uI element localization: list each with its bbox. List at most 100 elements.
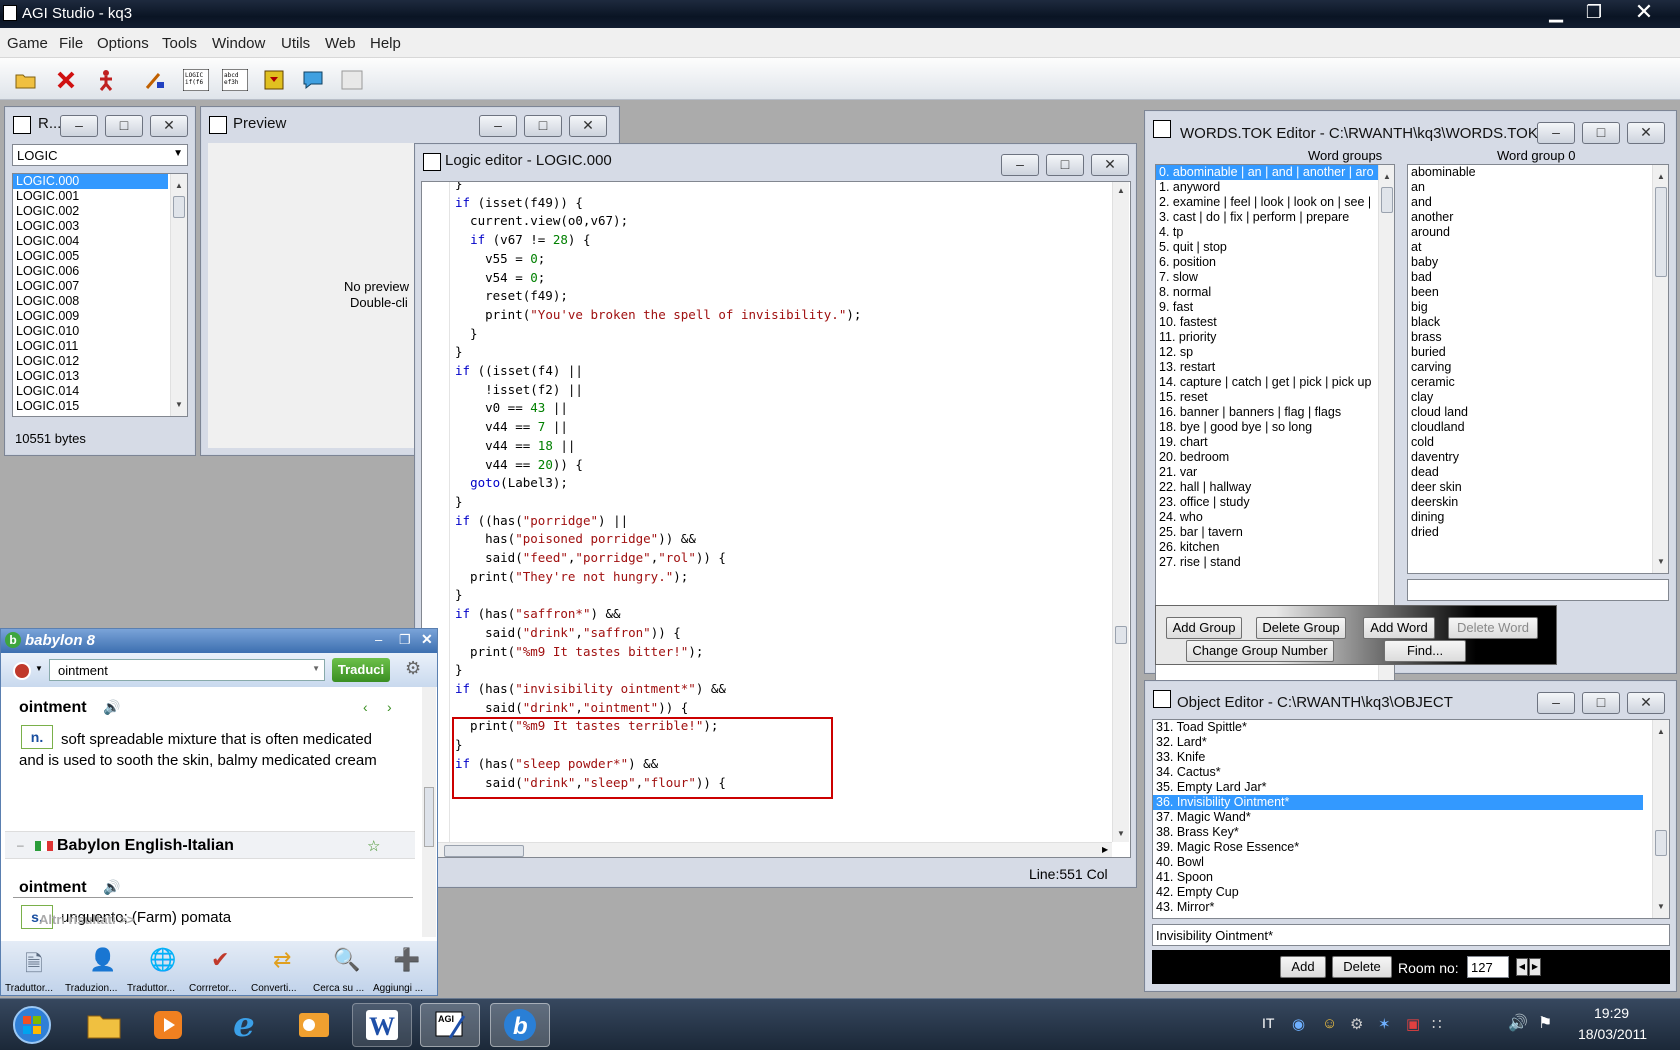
gear-icon[interactable]: ⚙ [405,658,421,679]
list-item[interactable]: 33. Knife [1153,750,1669,765]
list-item-selected[interactable]: 36. Invisibility Ointment* [1153,795,1643,810]
list-item[interactable]: LOGIC.012 [13,354,187,369]
object-list[interactable]: 31. Toad Spittle* 32. Lard* 33. Knife 34… [1152,719,1670,919]
list-item[interactable]: 38. Brass Key* [1153,825,1669,840]
wifi-icon[interactable]: ∷ [1432,1015,1442,1033]
list-item[interactable]: baby [1408,255,1668,270]
list-item[interactable]: 43. Mirror* [1153,900,1669,915]
list-item[interactable]: LOGIC.006 [13,264,187,279]
list-item[interactable]: 23. office | study [1156,495,1394,510]
list-item[interactable]: deer skin [1408,480,1668,495]
babylon-taskbar-icon[interactable]: b [490,1003,550,1047]
magnifier-icon[interactable]: 🔍 [333,947,360,973]
globe-icon[interactable]: 🌐 [149,947,176,973]
translate-button[interactable]: Traduci [332,658,390,682]
list-item[interactable]: 18. bye | good bye | so long [1156,420,1394,435]
room-increment-button[interactable]: ▶ [1529,958,1541,976]
close-game-icon[interactable] [54,68,78,92]
menu-game[interactable]: Game [7,35,48,52]
close-icon[interactable]: ✕ [1626,0,1662,24]
add-object-button[interactable]: Add [1280,956,1326,978]
list-item[interactable]: 19. chart [1156,435,1394,450]
delete-group-button[interactable]: Delete Group [1256,617,1346,639]
message-icon[interactable] [301,68,325,92]
resource-type-select[interactable]: LOGIC ▼ [12,144,188,166]
network-tray-icon[interactable]: ✶ [1378,1015,1391,1033]
list-item[interactable]: an [1408,180,1668,195]
list-item[interactable]: 11. priority [1156,330,1394,345]
menu-file[interactable]: File [59,35,83,52]
list-item[interactable]: LOGIC.000 [13,174,168,189]
list-item[interactable]: 41. Spoon [1153,870,1669,885]
list-item[interactable]: LOGIC.005 [13,249,187,264]
list-item[interactable]: 22. hall | hallway [1156,480,1394,495]
outlook-icon[interactable] [284,1003,344,1047]
list-item[interactable]: 7. slow [1156,270,1394,285]
list-item[interactable]: 15. reset [1156,390,1394,405]
list-item[interactable]: 34. Cactus* [1153,765,1669,780]
tool-search[interactable]: Cerca su ... [313,983,364,994]
close-icon[interactable]: ✕ [1091,154,1129,176]
minimize-icon[interactable]: ‒ [1537,692,1575,714]
list-item[interactable]: 3. cast | do | fix | perform | prepare [1156,210,1394,225]
minimize-icon[interactable]: ▁ [1538,0,1574,24]
minimize-icon[interactable]: ‒ [1537,122,1575,144]
list-item[interactable]: at [1408,240,1668,255]
clock-time[interactable]: 19:29 [1594,1005,1629,1021]
start-button[interactable] [4,1003,60,1047]
list-item[interactable]: 0. abominable | an | and | another | aro [1156,165,1378,180]
list-item[interactable]: buried [1408,345,1668,360]
favorite-star-icon[interactable]: ☆ [367,837,380,855]
text-editor-icon[interactable]: abcd ef3h [222,68,248,92]
code-text[interactable]: } if (isset(f49)) { current.view(o0,v67)… [455,182,861,792]
list-item[interactable]: 24. who [1156,510,1394,525]
list-item[interactable]: 9. fast [1156,300,1394,315]
list-item[interactable]: LOGIC.004 [13,234,187,249]
list-item[interactable]: 13. restart [1156,360,1394,375]
delete-object-button[interactable]: Delete [1332,956,1392,978]
list-item[interactable]: 8. normal [1156,285,1394,300]
babylon-scrollbar[interactable] [422,687,436,937]
menu-help[interactable]: Help [370,35,401,52]
list-item[interactable]: daventry [1408,450,1668,465]
list-item[interactable]: 16. banner | banners | flag | flags [1156,405,1394,420]
close-icon[interactable]: ✕ [150,115,188,137]
list-item[interactable]: 40. Bowl [1153,855,1669,870]
list-item[interactable]: LOGIC.007 [13,279,187,294]
code-editor[interactable]: } if (isset(f49)) { current.view(o0,v67)… [421,181,1131,858]
list-item[interactable]: LOGIC.002 [13,204,187,219]
list-item[interactable]: LOGIC.013 [13,369,187,384]
menu-window[interactable]: Window [212,35,265,52]
chevron-down-icon[interactable]: ▼ [35,664,43,673]
list-item[interactable]: LOGIC.010 [13,324,187,339]
list-item[interactable]: LOGIC.014 [13,384,187,399]
resource-list[interactable]: LOGIC.000 LOGIC.001 LOGIC.002 LOGIC.003 … [12,173,188,417]
dictionary-header[interactable]: – Babylon English-Italian ☆ [5,831,415,859]
tool-translation[interactable]: Traduzion... [65,983,117,994]
code-vertical-scrollbar[interactable]: ▲ ▼ [1112,182,1129,842]
speaker-icon[interactable]: 🔊 [103,879,120,896]
list-item[interactable]: bad [1408,270,1668,285]
list-item[interactable]: 35. Empty Lard Jar* [1153,780,1669,795]
list-item[interactable]: 42. Empty Cup [1153,885,1669,900]
list-item[interactable]: 21. var [1156,465,1394,480]
babylon-close-icon[interactable]: ✕ [421,631,433,648]
tool-add[interactable]: Aggiungi ... [373,983,423,994]
list-item[interactable]: cloudland [1408,420,1668,435]
list-item[interactable]: LOGIC.009 [13,309,187,324]
list-item[interactable]: dining [1408,510,1668,525]
object-list-scrollbar[interactable]: ▲ ▼ [1652,720,1669,918]
chevron-down-icon[interactable]: ▼ [173,148,183,159]
tool-translator-2[interactable]: Traduttor... [127,983,175,994]
list-item[interactable]: 10. fastest [1156,315,1394,330]
list-item[interactable]: 27. rise | stand [1156,555,1394,570]
list-item[interactable]: 20. bedroom [1156,450,1394,465]
list-item[interactable]: 32. Lard* [1153,735,1669,750]
list-item[interactable]: ceramic [1408,375,1668,390]
list-item[interactable]: brass [1408,330,1668,345]
list-item[interactable]: another [1408,210,1668,225]
settings-tray-icon[interactable]: ⚙ [1350,1015,1363,1033]
clock-date[interactable]: 18/03/2011 [1578,1026,1647,1042]
list-item[interactable]: been [1408,285,1668,300]
list-item[interactable]: 12. sp [1156,345,1394,360]
